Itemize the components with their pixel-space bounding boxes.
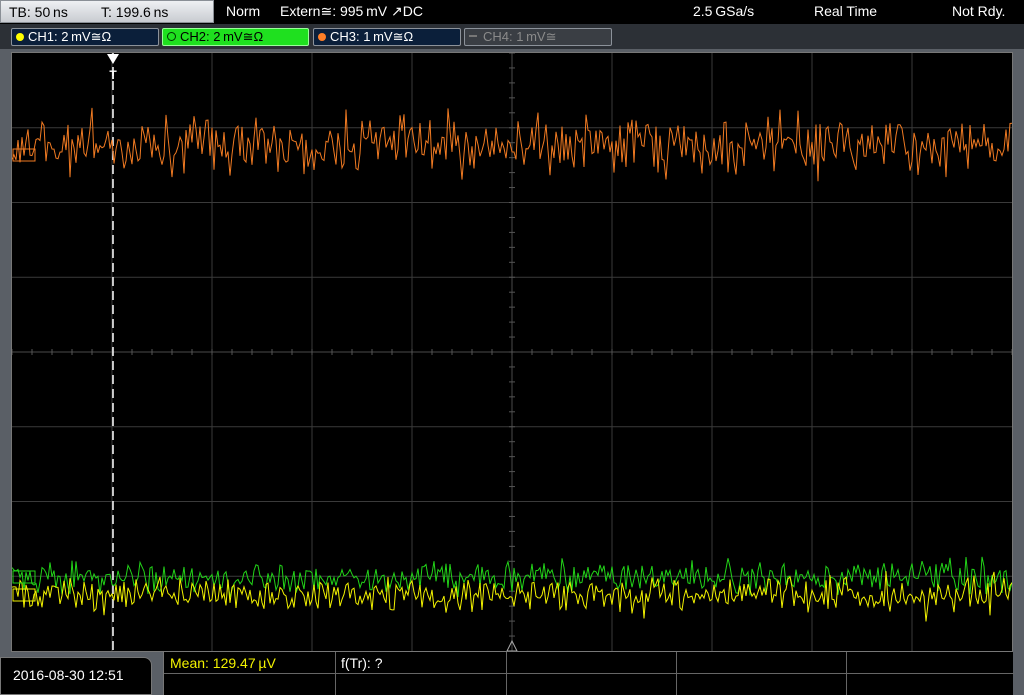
trigger-mode[interactable]: Norm bbox=[226, 3, 260, 19]
channel-2-button[interactable]: CH2: 2 mV≅Ω bbox=[162, 28, 309, 46]
channel-2-label: CH2: 2 mV≅Ω bbox=[180, 29, 264, 44]
trigger-status: Not Rdy. bbox=[952, 3, 1006, 19]
channel-4-label: CH4: 1 mV≅ bbox=[483, 29, 557, 44]
waveform-canvas: T bbox=[12, 53, 1012, 651]
channel-1-button[interactable]: CH1: 2 mV≅Ω bbox=[11, 28, 159, 46]
measurement-panel[interactable]: Mean: 129.47 µV f(Tr): ? bbox=[163, 652, 1014, 695]
trigger-arrow-icon bbox=[107, 54, 119, 64]
trigger-time-value: T: 199.6 ns bbox=[101, 4, 169, 20]
channel-3-color-icon bbox=[318, 33, 326, 41]
graticule bbox=[12, 53, 1012, 651]
channel-bar: CH1: 2 mV≅Ω CH2: 2 mV≅Ω CH3: 1 mV≅Ω CH4:… bbox=[0, 24, 1024, 49]
channel-1-color-icon bbox=[16, 33, 24, 41]
date-time-display: 2016-08-30 12:51 bbox=[0, 657, 152, 695]
trigger-T-icon: T bbox=[109, 68, 117, 82]
channel-3-label: CH3: 1 mV≅Ω bbox=[330, 29, 414, 44]
channel-ground-icon[interactable] bbox=[12, 148, 36, 602]
channel-3-button[interactable]: CH3: 1 mV≅Ω bbox=[313, 28, 461, 46]
sample-rate[interactable]: 2.5 GSa/s bbox=[693, 3, 754, 19]
measurement-divider bbox=[164, 673, 1014, 674]
acquisition-mode[interactable]: Real Time bbox=[814, 3, 877, 19]
frequency-measurement[interactable]: f(Tr): ? bbox=[341, 655, 382, 671]
waveform-display[interactable]: T bbox=[11, 52, 1013, 652]
trigger-source[interactable]: Extern≅: 995 mV ↗DC bbox=[280, 3, 423, 20]
timebase-panel[interactable]: TB: 50 ns T: 199.6 ns bbox=[0, 0, 214, 23]
timebase-value: TB: 50 ns bbox=[9, 4, 68, 20]
channel-1-label: CH1: 2 mV≅Ω bbox=[28, 29, 112, 44]
channel-4-off-icon bbox=[469, 35, 477, 37]
channel-2-color-icon bbox=[167, 32, 176, 41]
top-status-bar: TB: 50 ns T: 199.6 ns Norm Extern≅: 995 … bbox=[0, 0, 1024, 24]
channel-4-button[interactable]: CH4: 1 mV≅ bbox=[464, 28, 612, 46]
mean-measurement[interactable]: Mean: 129.47 µV bbox=[170, 655, 276, 671]
